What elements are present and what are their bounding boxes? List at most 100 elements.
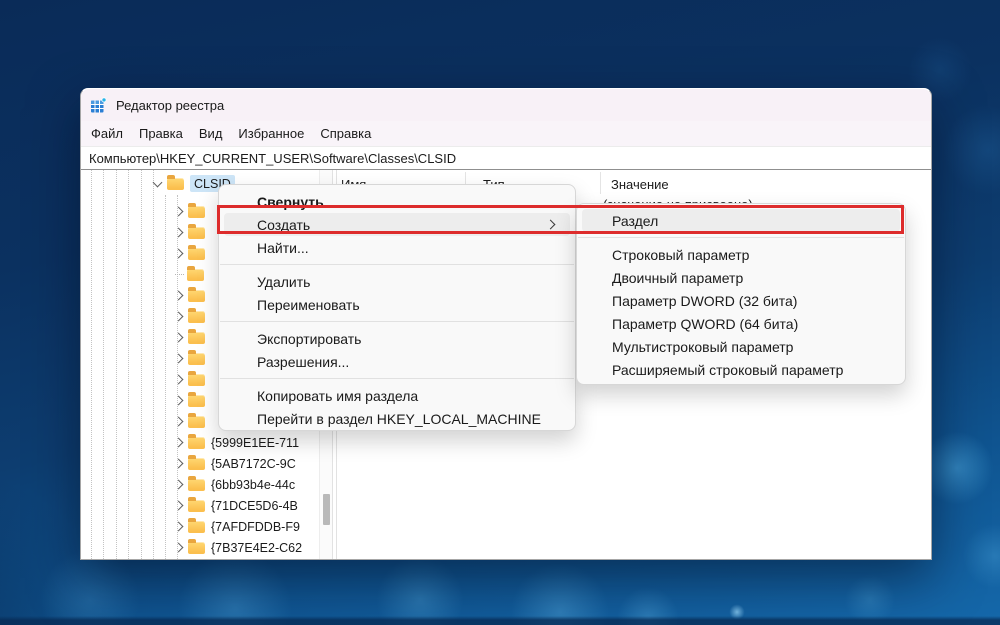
- folder-icon: [188, 206, 205, 218]
- folder-icon: [188, 374, 205, 386]
- menubar-item[interactable]: Избранное: [230, 126, 312, 141]
- tree-item-label: {71DCE5D6-4B: [211, 499, 298, 513]
- folder-icon: [188, 479, 205, 491]
- scrollbar-thumb[interactable]: [323, 494, 330, 525]
- chevron-right-icon[interactable]: [174, 501, 184, 511]
- tree-item[interactable]: [175, 306, 211, 327]
- tree-guide-line: [141, 170, 142, 559]
- menubar-item[interactable]: Правка: [131, 126, 191, 141]
- submenu-item[interactable]: Мультистроковый параметр: [577, 335, 905, 358]
- menu-separator: [578, 237, 904, 238]
- tree-item[interactable]: {71DCE5D6-4B: [175, 495, 298, 516]
- context-menu-item-label: Свернуть: [257, 194, 324, 210]
- chevron-down-icon[interactable]: [153, 178, 163, 188]
- submenu-item-label: Двоичный параметр: [612, 270, 743, 286]
- context-menu-item-label: Экспортировать: [257, 331, 361, 347]
- context-menu-item[interactable]: Создать: [224, 213, 570, 236]
- tree-item[interactable]: [175, 390, 211, 411]
- folder-icon: [188, 458, 205, 470]
- folder-icon: [167, 178, 184, 190]
- submenu-item-label: Раздел: [612, 213, 658, 229]
- tree-item[interactable]: [175, 285, 211, 306]
- chevron-right-icon[interactable]: [174, 480, 184, 490]
- folder-icon: [188, 416, 205, 428]
- tree-guide-line: [153, 170, 154, 559]
- submenu-item[interactable]: Расширяемый строковый параметр: [577, 358, 905, 381]
- chevron-right-icon[interactable]: [174, 396, 184, 406]
- submenu-item[interactable]: Двоичный параметр: [577, 266, 905, 289]
- window-title: Редактор реестра: [116, 98, 224, 113]
- tree-item[interactable]: [175, 264, 210, 285]
- context-menu-item-label: Перейти в раздел HKEY_LOCAL_MACHINE: [257, 411, 541, 427]
- tree-guide-line: [91, 170, 92, 559]
- chevron-right-icon[interactable]: [174, 438, 184, 448]
- context-menu-item[interactable]: Найти...: [219, 236, 575, 259]
- menu-separator: [220, 264, 574, 265]
- context-menu-item-label: Разрешения...: [257, 354, 349, 370]
- tree-item[interactable]: {6bb93b4e-44c: [175, 474, 295, 495]
- tree-item[interactable]: {7B37E4E2-C62: [175, 537, 302, 558]
- folder-icon: [187, 269, 204, 281]
- tree-item[interactable]: [175, 201, 211, 222]
- tree-item[interactable]: {7AFDFDDB-F9: [175, 516, 300, 537]
- context-menu-item[interactable]: Перейти в раздел HKEY_LOCAL_MACHINE: [219, 407, 575, 430]
- menu-separator: [220, 378, 574, 379]
- tree-item[interactable]: [175, 222, 211, 243]
- folder-icon: [188, 437, 205, 449]
- registry-grid-icon: [90, 97, 107, 114]
- menubar-item[interactable]: Файл: [83, 126, 131, 141]
- menubar-item[interactable]: Справка: [312, 126, 379, 141]
- submenu-item-label: Мультистроковый параметр: [612, 339, 793, 355]
- menubar-item[interactable]: Вид: [191, 126, 231, 141]
- context-menu-item[interactable]: Свернуть: [219, 190, 575, 213]
- create-submenu: Раздел Строковый параметр Двоичный парамет…: [576, 203, 906, 385]
- address-text: Компьютер\HKEY_CURRENT_USER\Software\Cla…: [89, 151, 456, 166]
- chevron-right-icon[interactable]: [174, 249, 184, 259]
- submenu-item-label: Строковый параметр: [612, 247, 749, 263]
- tree-item[interactable]: [175, 327, 211, 348]
- chevron-right-icon[interactable]: [174, 417, 184, 427]
- chevron-right-icon[interactable]: [174, 207, 184, 217]
- tree-item[interactable]: [175, 243, 211, 264]
- submenu-item[interactable]: Строковый параметр: [577, 243, 905, 266]
- submenu-item[interactable]: Раздел: [582, 209, 900, 232]
- chevron-right-icon[interactable]: [174, 333, 184, 343]
- chevron-right-icon[interactable]: [174, 375, 184, 385]
- tree-item[interactable]: [175, 411, 211, 432]
- context-menu-item-label: Найти...: [257, 240, 309, 256]
- chevron-right-icon[interactable]: [174, 228, 184, 238]
- title-bar[interactable]: Редактор реестра: [81, 89, 931, 121]
- context-menu-item-label: Создать: [257, 217, 310, 233]
- tree-item[interactable]: [175, 369, 211, 390]
- chevron-right-icon[interactable]: [174, 459, 184, 469]
- context-menu-item[interactable]: Удалить: [219, 270, 575, 293]
- chevron-right-icon[interactable]: [174, 354, 184, 364]
- tree-guide-line: [165, 195, 166, 559]
- tree-item[interactable]: {5AB7172C-9C: [175, 453, 296, 474]
- folder-icon: [188, 248, 205, 260]
- registry-editor-window: Редактор реестра ФайлПравкаВидИзбранноеС…: [80, 88, 932, 560]
- folder-icon: [188, 542, 205, 554]
- tree-item-label: {7AFDFDDB-F9: [211, 520, 300, 534]
- tree-item[interactable]: {5999E1EE-711: [175, 432, 299, 453]
- context-menu-item[interactable]: Копировать имя раздела: [219, 384, 575, 407]
- context-menu-item[interactable]: Разрешения...: [219, 350, 575, 373]
- menu-bar: ФайлПравкаВидИзбранноеСправка: [81, 121, 931, 147]
- chevron-right-icon[interactable]: [174, 543, 184, 553]
- chevron-right-icon[interactable]: [174, 291, 184, 301]
- column-separator[interactable]: [600, 172, 601, 194]
- chevron-right-icon[interactable]: [174, 522, 184, 532]
- tree-connector: [175, 274, 184, 275]
- column-header-value[interactable]: Значение: [611, 177, 669, 192]
- tree-item[interactable]: [175, 348, 211, 369]
- submenu-item[interactable]: Параметр DWORD (32 бита): [577, 289, 905, 312]
- submenu-item[interactable]: Параметр QWORD (64 бита): [577, 312, 905, 335]
- chevron-right-icon[interactable]: [174, 312, 184, 322]
- address-bar[interactable]: Компьютер\HKEY_CURRENT_USER\Software\Cla…: [81, 147, 931, 170]
- context-menu-item[interactable]: Переименовать: [219, 293, 575, 316]
- folder-icon: [188, 353, 205, 365]
- tree-item[interactable]: {89172dde-4e: [175, 558, 289, 559]
- folder-icon: [188, 227, 205, 239]
- context-menu-item[interactable]: Экспортировать: [219, 327, 575, 350]
- chevron-right-icon: [546, 220, 556, 230]
